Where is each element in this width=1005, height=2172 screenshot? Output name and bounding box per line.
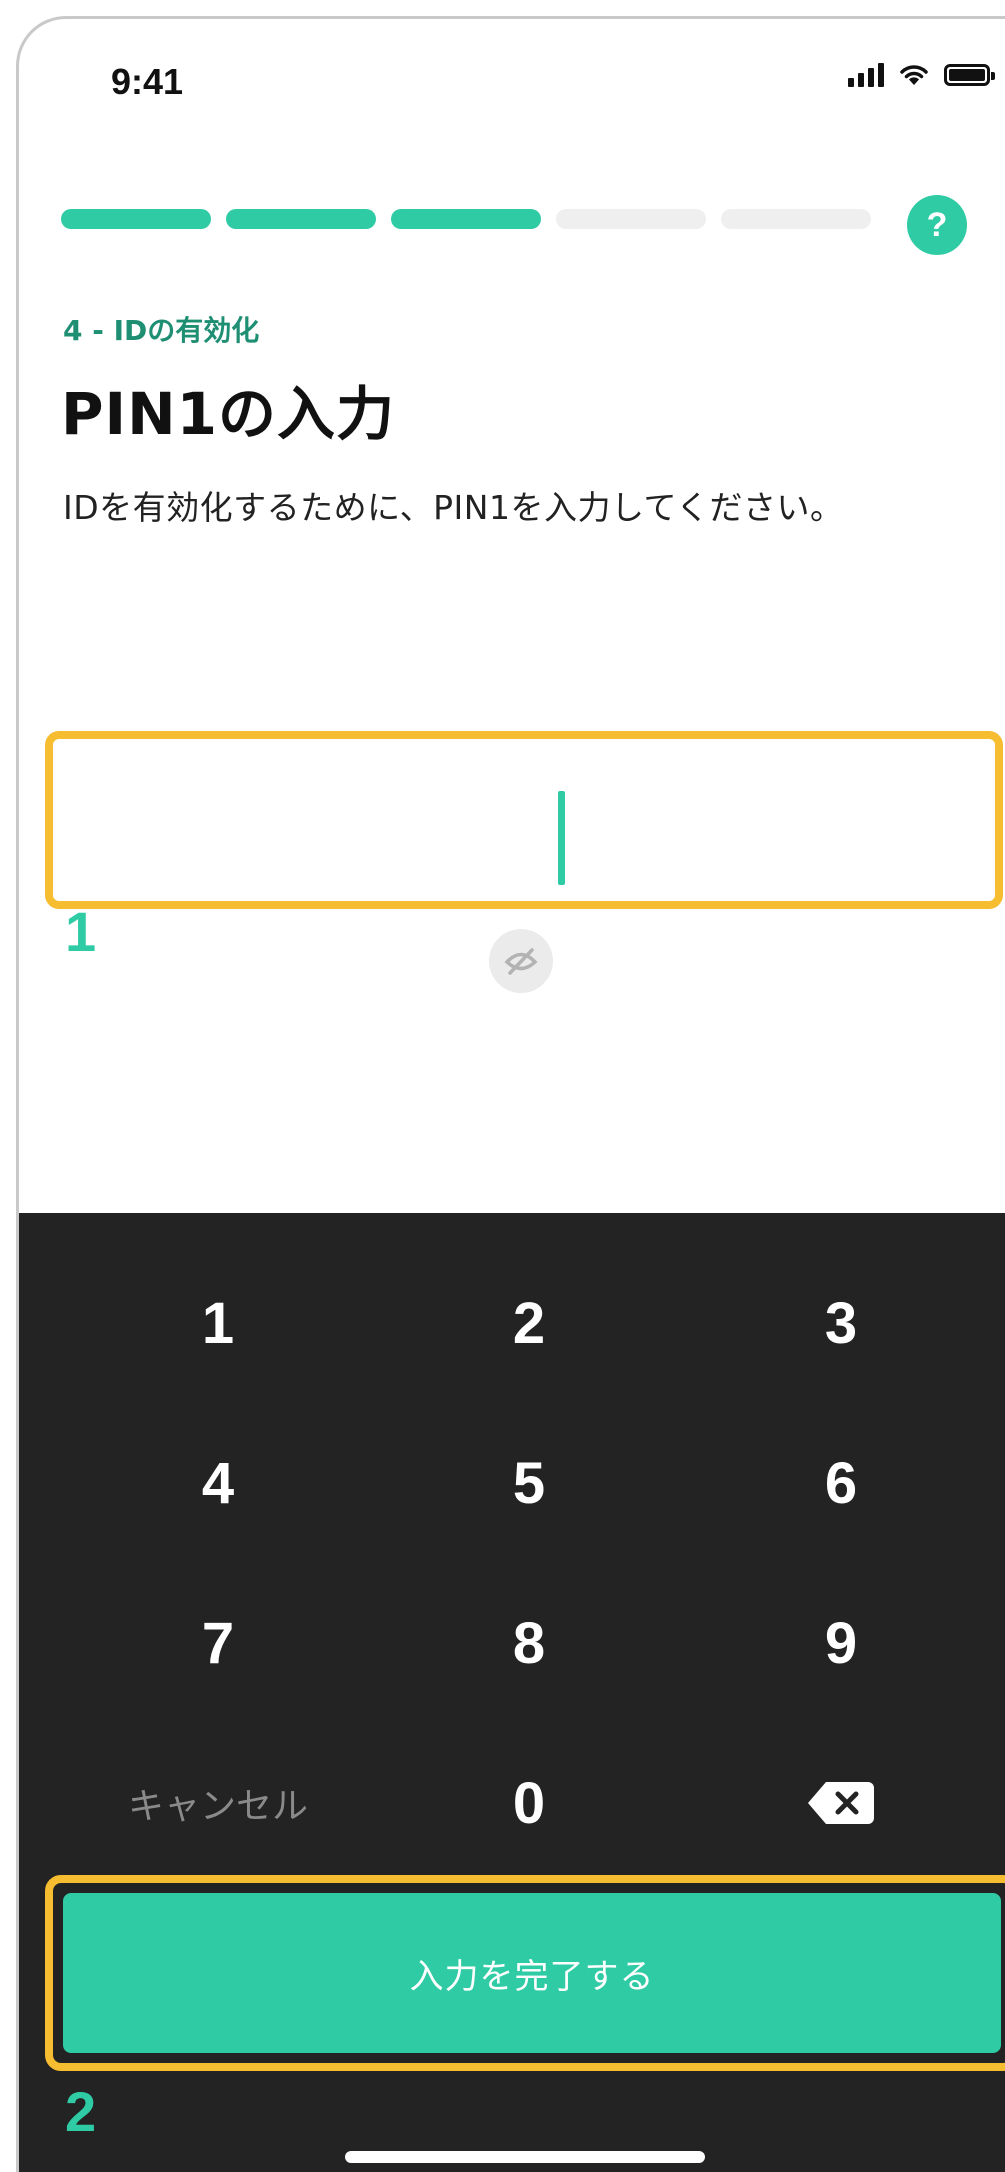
key-4[interactable]: 4 [98, 1423, 338, 1543]
key-2[interactable]: 2 [409, 1263, 649, 1383]
status-bar: 9:41 [19, 19, 1005, 139]
step-progress [61, 209, 871, 229]
phone-frame: 9:41 ? 4 - IDの有効化 PIN1の入力 IDを有効化するために、PI… [16, 16, 1005, 2172]
key-7[interactable]: 7 [98, 1583, 338, 1703]
page-description: IDを有効化するために、PIN1を入力してください。 [63, 488, 844, 527]
key-6[interactable]: 6 [721, 1423, 961, 1543]
delete-key[interactable] [721, 1743, 961, 1863]
home-indicator[interactable] [345, 2151, 705, 2163]
callout-number-1: 1 [65, 900, 97, 963]
pin-input[interactable] [61, 747, 987, 893]
progress-step-1 [61, 209, 211, 229]
wifi-icon [900, 65, 928, 85]
key-3[interactable]: 3 [721, 1263, 961, 1383]
key-0[interactable]: 0 [409, 1743, 649, 1863]
progress-step-4 [556, 209, 706, 229]
complete-button-highlight: 入力を完了する [45, 1875, 1005, 2071]
cancel-key[interactable]: キャンセル [98, 1743, 338, 1863]
status-icons [848, 63, 995, 87]
pin-input-highlight [45, 731, 1003, 909]
help-icon[interactable]: ? [907, 195, 967, 255]
key-8[interactable]: 8 [409, 1583, 649, 1703]
eye-off-icon[interactable] [489, 929, 553, 993]
backspace-icon [808, 1782, 874, 1824]
key-1[interactable]: 1 [98, 1263, 338, 1383]
progress-step-3 [391, 209, 541, 229]
battery-icon [944, 64, 995, 86]
callout-number-2: 2 [65, 2080, 97, 2143]
page-title: PIN1の入力 [61, 380, 395, 448]
status-time: 9:41 [111, 61, 184, 102]
step-label: 4 - IDの有効化 [63, 314, 260, 347]
progress-step-2 [226, 209, 376, 229]
text-cursor [558, 791, 565, 885]
complete-input-button[interactable]: 入力を完了する [63, 1893, 1001, 2053]
signal-icon [848, 63, 884, 87]
key-9[interactable]: 9 [721, 1583, 961, 1703]
progress-step-5 [721, 209, 871, 229]
key-5[interactable]: 5 [409, 1423, 649, 1543]
